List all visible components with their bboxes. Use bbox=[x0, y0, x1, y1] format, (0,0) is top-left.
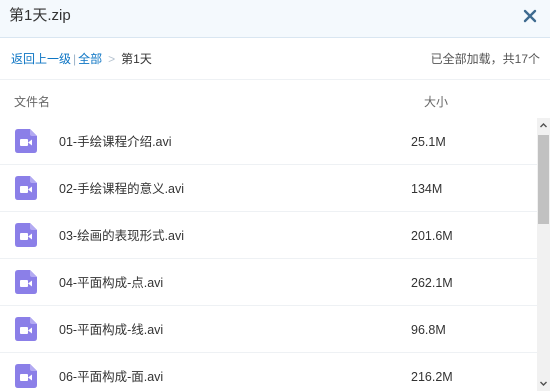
file-row[interactable]: 06-平面构成-面.avi 216.2M bbox=[0, 353, 537, 391]
load-status: 已全部加载，共17个 bbox=[430, 52, 540, 66]
file-row[interactable]: 03-绘画的表现形式.avi 201.6M bbox=[0, 212, 537, 259]
breadcrumb: 返回上一级 | 全部 > 第1天 bbox=[11, 51, 152, 67]
column-header-size[interactable]: 大小 bbox=[424, 93, 448, 110]
file-size: 201.6M bbox=[411, 229, 453, 243]
file-row[interactable]: 05-平面构成-线.avi 96.8M bbox=[0, 306, 537, 353]
file-row[interactable]: 04-平面构成-点.avi 262.1M bbox=[0, 259, 537, 306]
breadcrumb-arrow-icon: > bbox=[108, 52, 116, 66]
file-name: 04-平面构成-点.avi bbox=[59, 276, 164, 290]
current-folder: 第1天 bbox=[121, 52, 152, 66]
scroll-up-arrow-icon[interactable] bbox=[537, 118, 550, 133]
file-size: 262.1M bbox=[411, 276, 453, 290]
file-list: 01-手绘课程介绍.avi 25.1M 02-手绘课程的意义.avi 134M … bbox=[0, 118, 537, 391]
scroll-down-arrow-icon[interactable] bbox=[537, 376, 550, 391]
file-name: 02-手绘课程的意义.avi bbox=[59, 182, 185, 196]
file-name: 03-绘画的表现形式.avi bbox=[59, 229, 185, 243]
window-title: 第1天.zip bbox=[9, 7, 71, 24]
column-header-name[interactable]: 文件名 bbox=[14, 93, 50, 110]
list-header: 文件名 大小 bbox=[0, 80, 550, 116]
video-file-icon bbox=[15, 176, 37, 200]
file-row[interactable]: 02-手绘课程的意义.avi 134M bbox=[0, 165, 537, 212]
file-size: 25.1M bbox=[411, 135, 446, 149]
video-file-icon bbox=[15, 223, 37, 247]
file-size: 96.8M bbox=[411, 323, 446, 337]
all-link[interactable]: 全部 bbox=[78, 52, 102, 66]
file-size: 216.2M bbox=[411, 370, 453, 384]
file-row[interactable]: 01-手绘课程介绍.avi 25.1M bbox=[0, 118, 537, 165]
video-file-icon bbox=[15, 129, 37, 153]
breadcrumb-bar: 返回上一级 | 全部 > 第1天 已全部加载，共17个 bbox=[0, 38, 550, 80]
video-file-icon bbox=[15, 270, 37, 294]
close-icon[interactable] bbox=[522, 8, 538, 24]
file-name: 05-平面构成-线.avi bbox=[59, 323, 164, 337]
video-file-icon bbox=[15, 364, 37, 388]
file-size: 134M bbox=[411, 182, 443, 196]
breadcrumb-separator: | bbox=[73, 52, 77, 66]
scrollbar-thumb[interactable] bbox=[538, 135, 549, 224]
back-link[interactable]: 返回上一级 bbox=[11, 52, 71, 66]
title-bar: 第1天.zip bbox=[0, 0, 550, 38]
file-name: 06-平面构成-面.avi bbox=[59, 370, 164, 384]
video-file-icon bbox=[15, 317, 37, 341]
vertical-scrollbar[interactable] bbox=[537, 118, 550, 391]
file-name: 01-手绘课程介绍.avi bbox=[59, 135, 172, 149]
